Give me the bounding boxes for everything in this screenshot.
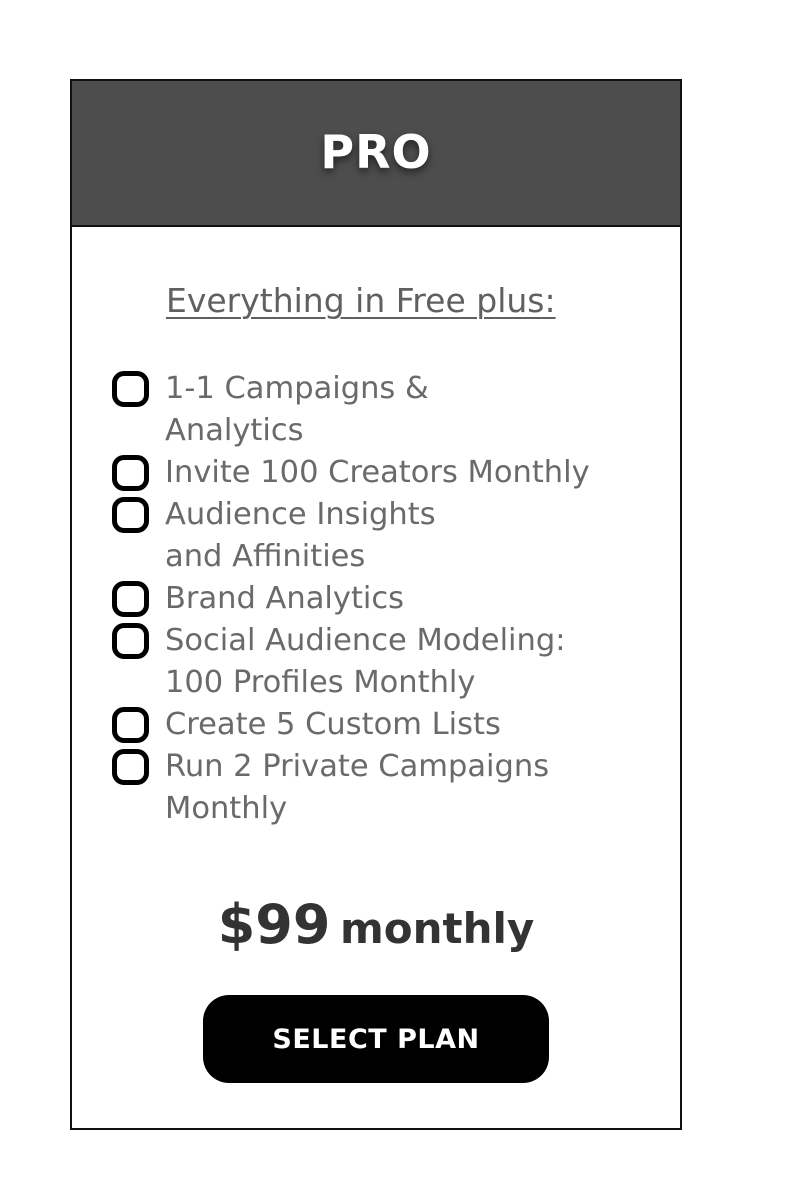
rounded-square-bullet-icon: [112, 623, 149, 659]
price-amount: $99: [217, 893, 331, 956]
select-plan-button[interactable]: SELECT PLAN: [203, 995, 549, 1083]
feature-item: Create 5 Custom Lists: [110, 704, 670, 746]
feature-list: 1-1 Campaigns & Analytics Invite 100 Cre…: [110, 368, 670, 830]
rounded-square-bullet-icon: [112, 707, 149, 743]
feature-label: Social Audience Modeling: 100 Profiles M…: [165, 623, 566, 700]
feature-item: Social Audience Modeling: 100 Profiles M…: [110, 620, 670, 704]
feature-label: Brand Analytics: [165, 581, 405, 616]
feature-item: Invite 100 Creators Monthly: [110, 452, 670, 494]
feature-item: Run 2 Private Campaigns Monthly: [110, 746, 670, 830]
feature-item: Brand Analytics: [110, 578, 670, 620]
feature-label: 1-1 Campaigns & Analytics: [165, 371, 429, 448]
feature-item: 1-1 Campaigns & Analytics: [110, 368, 670, 452]
feature-label: Audience Insights and Affinities: [165, 497, 436, 574]
plan-header: PRO: [72, 81, 680, 227]
plan-title: PRO: [320, 125, 432, 179]
feature-item: Audience Insights and Affinities: [110, 494, 670, 578]
feature-label: Run 2 Private Campaigns Monthly: [165, 749, 550, 826]
plan-intro: Everything in Free plus:: [166, 281, 556, 320]
rounded-square-bullet-icon: [112, 455, 149, 491]
plan-price: $99 monthly: [72, 893, 680, 956]
feature-label: Invite 100 Creators Monthly: [165, 455, 590, 490]
rounded-square-bullet-icon: [112, 497, 149, 533]
rounded-square-bullet-icon: [112, 749, 149, 785]
price-period: monthly: [340, 904, 535, 953]
feature-label: Create 5 Custom Lists: [165, 707, 501, 742]
rounded-square-bullet-icon: [112, 581, 149, 617]
pricing-card: PRO Everything in Free plus: 1-1 Campaig…: [70, 79, 682, 1130]
rounded-square-bullet-icon: [112, 371, 149, 407]
